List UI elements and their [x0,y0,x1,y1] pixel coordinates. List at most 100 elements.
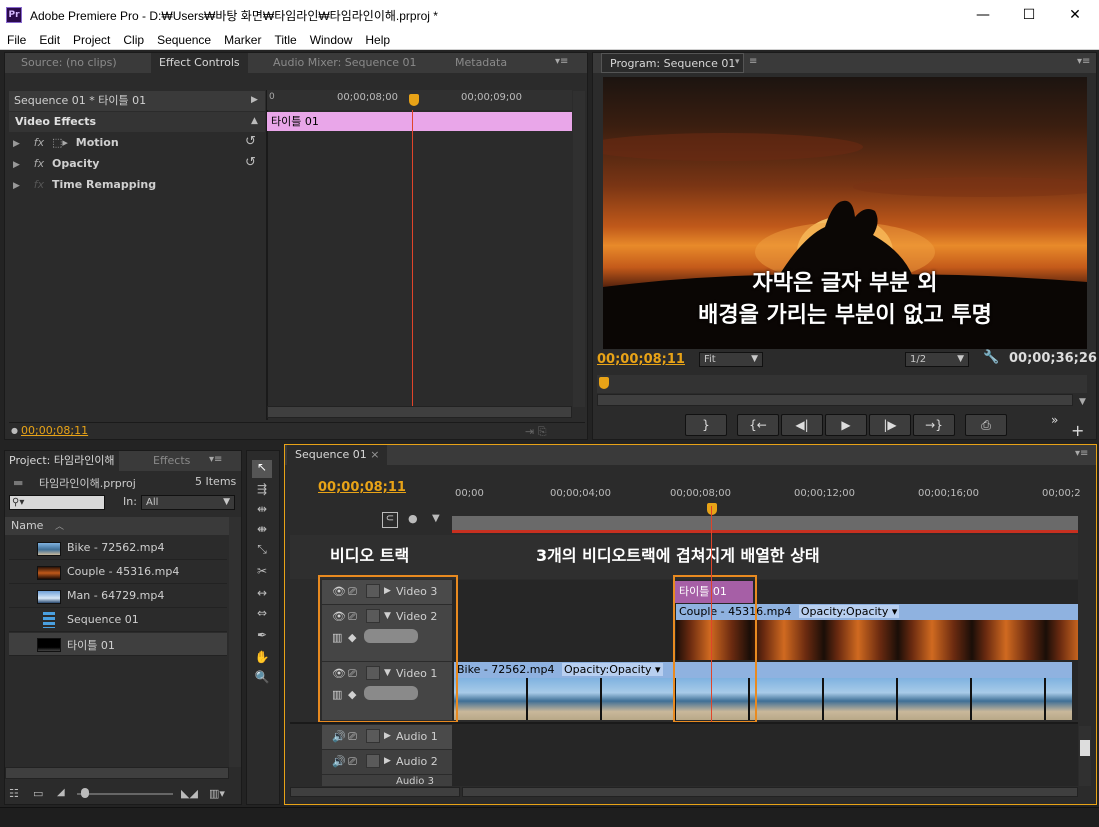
tab-sequence-01[interactable]: Sequence 01 × [287,445,388,465]
menu-marker[interactable]: Marker [217,30,267,47]
resolution-dropdown[interactable]: 1/2 ▼ [905,352,969,367]
ec-scrollbar[interactable] [267,406,572,418]
search-input[interactable]: ⚲▾ [9,495,105,510]
set-encore-marker-icon[interactable]: ● [408,512,418,525]
menu-help[interactable]: Help [358,30,396,47]
rate-stretch-tool-icon[interactable]: ⤡ [252,542,272,560]
track-header-audio-2[interactable]: 🔊 ⎚ ▶ Audio 2 [322,750,452,774]
slip-tool-icon[interactable]: ↔ [252,586,272,604]
work-area-bar[interactable] [452,516,1078,530]
fx-icon[interactable]: fx [34,136,44,149]
project-item[interactable]: Couple - 45316.mp4 [9,561,227,584]
minimize-button[interactable]: — [960,0,1006,30]
automate-icon[interactable]: ▥▾ [209,787,225,800]
fit-dropdown[interactable]: Fit ▼ [699,352,763,367]
project-item[interactable]: 타이틀 01 [9,633,227,656]
opacity-dropdown[interactable]: Opacity:Opacity ▾ [562,663,663,676]
expand-triangle-icon[interactable]: ▶ [13,139,20,149]
step-forward-button[interactable]: |▶ [869,414,911,436]
menu-clip[interactable]: Clip [116,30,150,47]
track-select-tool-icon[interactable]: ⇶ [252,482,272,500]
tab-effects[interactable]: Effects [145,451,198,471]
playhead-marker-icon[interactable] [599,377,609,389]
panel-menu-icon[interactable]: ▾≡ [555,56,568,67]
ec-title-clip[interactable]: 타이틀 01 [267,112,572,131]
panel-menu-icon[interactable]: ▾≡ [1077,56,1090,67]
icon-view-icon[interactable]: ▭ [33,787,43,800]
effect-row-opacity[interactable]: ▶ fx Opacity [13,154,263,174]
project-item[interactable]: Sequence 01 [9,609,227,632]
reset-icon[interactable]: ↺ [245,134,256,149]
track-header-audio-3[interactable]: Audio 3 [322,775,452,786]
lock-icon[interactable]: ⎚ [348,755,357,769]
track-header-audio-1[interactable]: 🔊 ⎚ ▶ Audio 1 [322,725,452,749]
zoom-in-icon[interactable]: ◣◢ [181,787,198,800]
go-to-in-button[interactable]: {← [737,414,779,436]
rolling-edit-tool-icon[interactable]: ⇼ [252,522,272,540]
tab-source[interactable]: Source: (no clips) [13,53,125,73]
project-item[interactable]: Man - 64729.mp4 [9,585,227,608]
tab-metadata[interactable]: Metadata [447,53,515,73]
menu-file[interactable]: File [0,30,32,47]
add-button-icon[interactable]: + [1071,421,1084,440]
menu-window[interactable]: Window [303,30,359,47]
add-marker-icon[interactable]: ▼ [432,513,440,524]
slide-tool-icon[interactable]: ⇔ [252,606,272,624]
pen-tool-icon[interactable]: ✒ [252,628,272,646]
project-scrollbar[interactable] [5,767,229,779]
lock-icon[interactable]: ⎚ [348,730,357,744]
timeline-ruler[interactable]: 00;00 00;00;04;00 00;00;08;00 00;00;12;0… [452,486,1081,516]
more-controls-icon[interactable]: » [1051,413,1058,427]
expand-triangle-icon[interactable]: ▶ [384,756,391,766]
fx-icon[interactable]: fx [34,157,44,170]
timeline-timecode[interactable]: 00;00;08;11 [318,480,406,495]
reset-icon[interactable]: ↺ [245,155,256,170]
program-timecode[interactable]: 00;00;08;11 [597,352,685,367]
close-tab-icon[interactable]: × [370,448,379,461]
zoom-tool-icon[interactable]: 🔍 [252,670,272,688]
project-vertical-scrollbar[interactable] [229,517,241,767]
export-frame-button[interactable]: ⎙ [965,414,1007,436]
close-button[interactable]: ✕ [1052,0,1098,30]
tab-audio-mixer[interactable]: Audio Mixer: Sequence 01 [265,53,425,73]
timeline-bike-clip[interactable]: Bike - 72562.mp4 Opacity:Opacity ▾ [454,662,1072,678]
in-filter-dropdown[interactable]: All ▼ [141,495,235,510]
name-column-header[interactable]: Name ︿ [5,517,229,535]
tab-program[interactable]: Program: Sequence 01 [601,53,745,73]
menu-project[interactable]: Project [66,30,116,47]
dropdown-arrow-icon[interactable]: ▾ [735,57,740,67]
menu-sequence[interactable]: Sequence [150,30,217,47]
opacity-dropdown[interactable]: Opacity:Opacity ▾ [798,605,900,618]
speaker-icon[interactable]: 🔊 [332,755,346,768]
timeline-horizontal-scrollbar[interactable] [462,787,1078,797]
playhead-marker-icon[interactable] [707,503,717,515]
menu-title[interactable]: Title [267,30,302,47]
program-ruler[interactable] [597,375,1087,393]
motion-transform-icon[interactable]: ⬚▸ [52,136,68,149]
list-view-icon[interactable]: ☷ [9,787,19,800]
timeline-vertical-scrollbar[interactable] [1079,726,1091,786]
program-scrollbar[interactable] [597,394,1073,406]
tab-effect-controls[interactable]: Effect Controls [151,53,248,73]
tab-project[interactable]: Project: 타임라인이해 [5,451,119,471]
menu-edit[interactable]: Edit [32,30,66,47]
expand-arrow-icon[interactable]: ▶ [251,95,258,105]
sync-lock-toggle[interactable] [366,729,380,743]
maximize-button[interactable]: ☐ [1006,0,1052,30]
ec-vertical-scrollbar[interactable] [573,91,585,407]
razor-tool-icon[interactable]: ✂ [252,564,272,582]
playhead-marker-icon[interactable] [409,94,419,106]
scroll-down-icon[interactable]: ▼ [1079,397,1086,407]
speaker-icon[interactable]: 🔊 [332,730,346,743]
effect-row-motion[interactable]: ▶ fx ⬚▸ Motion [13,133,263,153]
selection-tool-icon[interactable]: ↖ [252,460,272,478]
play-button[interactable]: ▶ [825,414,867,436]
ripple-edit-tool-icon[interactable]: ⇹ [252,502,272,520]
expand-triangle-icon[interactable]: ▶ [13,160,20,170]
project-item[interactable]: Bike - 72562.mp4 [9,537,227,560]
expand-triangle-icon[interactable]: ▶ [13,181,20,191]
panel-menu-icon[interactable]: ▾≡ [1075,448,1088,459]
zoom-out-icon[interactable]: ◢ [57,787,65,798]
sync-lock-toggle[interactable] [366,754,380,768]
zoom-slider[interactable] [77,793,173,795]
